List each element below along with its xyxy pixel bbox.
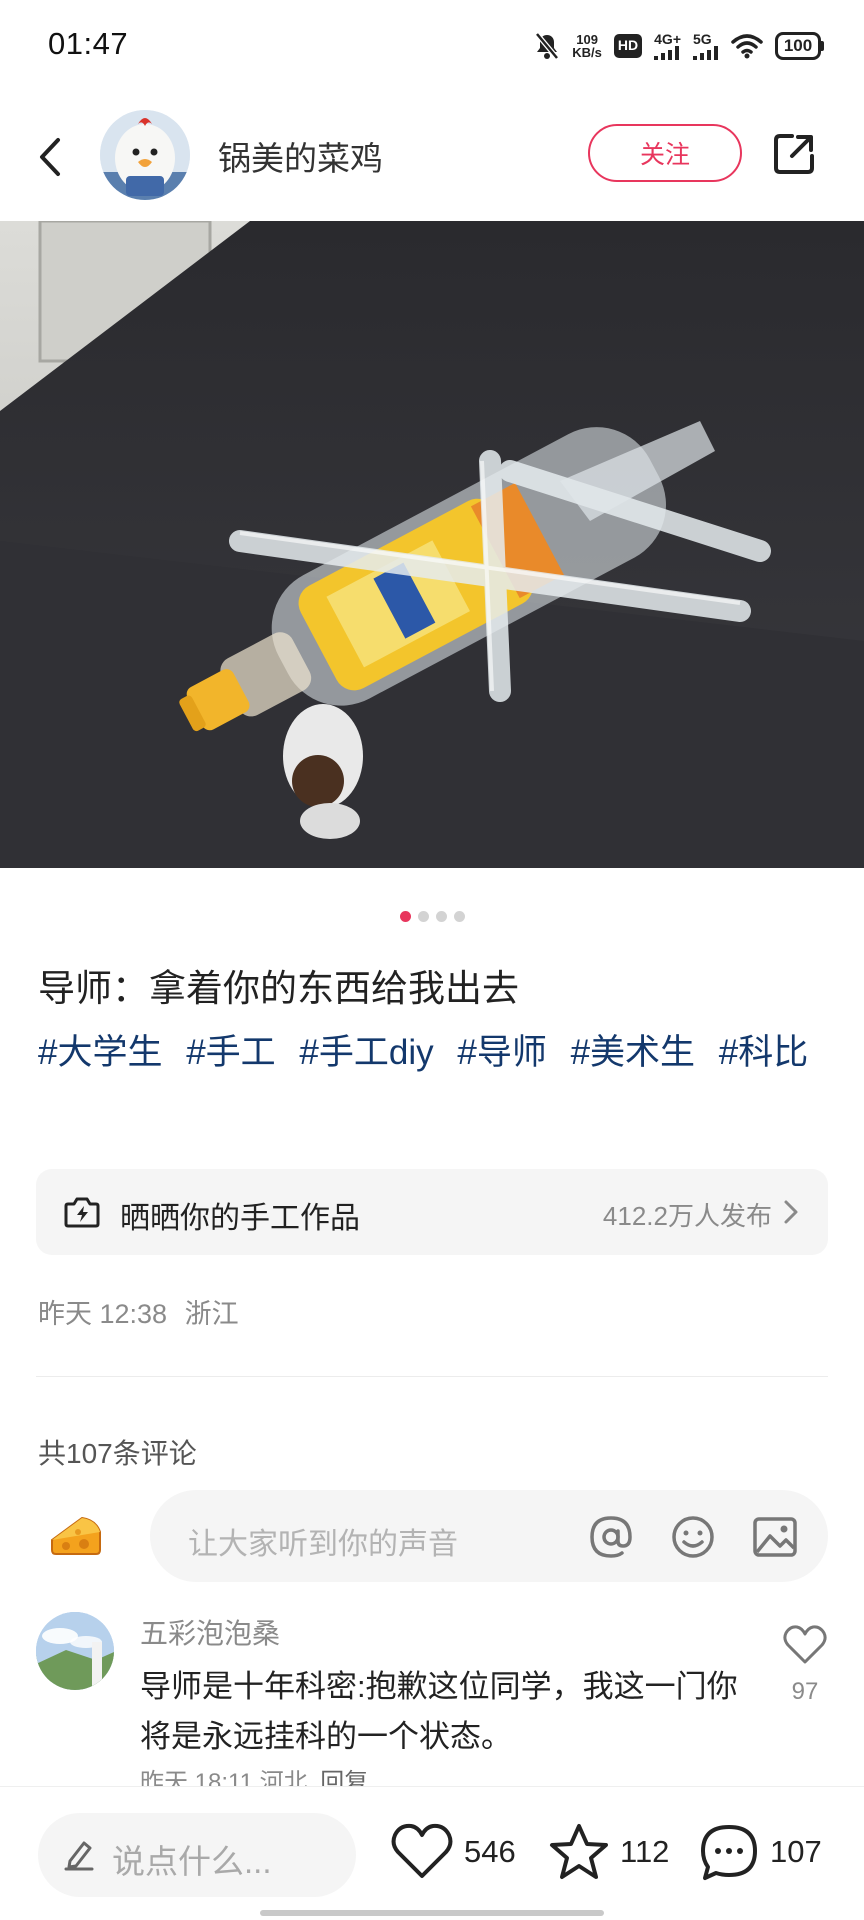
comment-bubble-icon <box>701 1825 757 1880</box>
net-speed: 109 KB/s <box>572 33 602 59</box>
topic-card[interactable]: 晒晒你的手工作品 412.2万人发布 <box>36 1169 828 1255</box>
topic-label: 晒晒你的手工作品 <box>120 1202 360 1235</box>
tag-link[interactable]: #美术生 <box>571 1033 695 1072</box>
divider <box>36 1376 828 1377</box>
chick-avatar-image <box>100 110 190 200</box>
tag-link[interactable]: #手工 <box>186 1033 275 1072</box>
favorite-action[interactable]: 112 <box>548 1817 669 1887</box>
carousel-dot[interactable] <box>435 911 447 922</box>
follow-button[interactable]: 关注 <box>588 124 742 182</box>
commenter-name[interactable]: 五彩泡泡桑 <box>140 1612 280 1652</box>
tag-link[interactable]: #大学生 <box>38 1033 162 1072</box>
signal-5g-icon: 5G <box>693 32 719 60</box>
carousel-dots <box>0 911 864 922</box>
post-meta: 昨天 12:38 浙江 <box>38 1292 239 1331</box>
comment-total-count: 107 <box>770 1834 822 1869</box>
home-indicator[interactable] <box>260 1910 604 1916</box>
post-title: 导师：拿着你的东西给我出去 <box>38 968 519 1009</box>
back-arrow-icon[interactable] <box>32 134 68 180</box>
like-action[interactable]: 546 <box>390 1817 516 1887</box>
comment-summary: 共107条评论 <box>38 1438 197 1469</box>
post-header: 锅美的菜鸡 关注 <box>0 108 864 200</box>
camera-bolt-icon <box>64 1197 100 1228</box>
author-avatar[interactable] <box>100 110 190 200</box>
author-name[interactable]: 锅美的菜鸡 <box>218 132 383 180</box>
net-speed-unit: KB/s <box>572 45 602 60</box>
chevron-right-icon <box>784 1200 798 1224</box>
heart-icon <box>391 1823 453 1878</box>
battery-icon: 100 <box>775 32 824 60</box>
mute-bell-icon <box>535 32 560 60</box>
share-icon[interactable] <box>770 130 818 178</box>
comment-input-placeholder: 让大家听到你的声音 <box>188 1528 458 1561</box>
say-something-input[interactable]: 说点什么... <box>38 1813 356 1897</box>
status-icons: 109 KB/s HD 4G+ 5G 100 <box>534 28 824 64</box>
favorite-count: 112 <box>620 1834 670 1869</box>
post-location: 浙江 <box>184 1299 239 1329</box>
signal-5g-label: 5G <box>693 31 712 47</box>
landscape-avatar-image <box>36 1612 114 1690</box>
hd-label: HD <box>617 37 639 53</box>
star-icon <box>550 1824 608 1879</box>
comment-input[interactable]: 让大家听到你的声音 <box>150 1490 828 1582</box>
image-icon[interactable] <box>750 1512 800 1562</box>
status-bar: 01:47 109 KB/s HD 4G+ 5G 100 <box>0 0 864 90</box>
tag-link[interactable]: #导师 <box>457 1033 546 1072</box>
post-photo[interactable] <box>0 221 864 868</box>
comment-item: 五彩泡泡桑 导师是十年科密:抱歉这位同学，我这一门你将是永远挂科的一个状态。 昨… <box>0 1610 864 1796</box>
post-time: 昨天 12:38 <box>38 1299 168 1329</box>
tag-link[interactable]: #手工diy <box>299 1033 433 1072</box>
comment-action[interactable]: 107 <box>698 1817 822 1887</box>
tag-link[interactable]: #科比 <box>719 1033 808 1072</box>
post-tags: #大学生 #手工 #手工diy #导师 #美术生 #科比 <box>38 1026 838 1080</box>
battery-level: 100 <box>783 36 813 55</box>
commenter-avatar[interactable] <box>36 1612 114 1690</box>
bottle-helicopter-photo <box>0 221 864 868</box>
say-placeholder: 说点什么... <box>112 1843 272 1880</box>
carousel-dot[interactable] <box>417 911 429 922</box>
topic-count: 412.2万人发布 <box>602 1201 772 1231</box>
emoji-icon[interactable] <box>668 1512 718 1562</box>
comment-like-count: 97 <box>791 1678 819 1705</box>
wifi-icon <box>731 34 763 59</box>
at-mention-icon[interactable] <box>586 1512 636 1562</box>
signal-4g-label: 4G+ <box>654 31 681 47</box>
status-time: 01:47 <box>48 26 129 61</box>
bottom-action-bar: 说点什么... 546 112 107 <box>0 1786 864 1920</box>
carousel-dot[interactable] <box>453 911 465 922</box>
hd-icon: HD <box>613 34 643 58</box>
signal-4g-icon: 4G+ <box>654 32 681 60</box>
cheese-avatar-icon[interactable] <box>48 1510 104 1560</box>
carousel-dot[interactable] <box>399 911 411 922</box>
comment-text: 导师是十年科密:抱歉这位同学，我这一门你将是永远挂科的一个状态。 <box>140 1669 738 1754</box>
pencil-icon <box>64 1841 94 1871</box>
comment-heart-icon[interactable] <box>782 1624 828 1666</box>
like-count: 546 <box>464 1834 516 1869</box>
